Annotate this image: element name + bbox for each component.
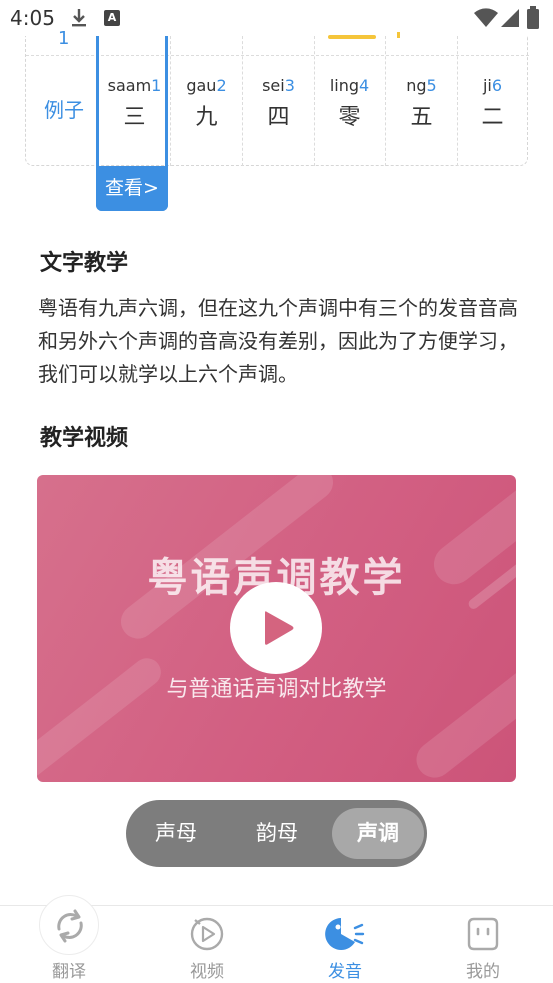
category-switcher: 声母 韵母 声调: [126, 800, 427, 867]
example-character: 二: [481, 105, 504, 130]
segment-finals[interactable]: 韵母: [231, 808, 323, 859]
sync-icon: [57, 909, 83, 943]
nav-item-profile[interactable]: 我的: [414, 906, 552, 983]
nav-label: 我的: [466, 962, 500, 982]
translate-fab[interactable]: [39, 895, 99, 955]
section-title-text-teaching: 文字教学: [40, 251, 129, 276]
status-bar: 4:05 A: [0, 0, 553, 36]
romanization: ling4: [329, 76, 370, 95]
example-character: 九: [195, 105, 218, 130]
tone-cell[interactable]: gau2 九: [171, 76, 242, 131]
example-character: 零: [338, 105, 361, 130]
tone-contour-mark-small: [397, 32, 400, 38]
profile-icon: [465, 916, 501, 956]
section-title-video-teaching: 教学视频: [40, 426, 129, 451]
view-button[interactable]: 查看>: [96, 166, 168, 211]
app-notification-icon: A: [104, 10, 120, 26]
play-button[interactable]: [230, 582, 322, 674]
romanization: ji6: [482, 76, 503, 95]
video-player[interactable]: 粤语声调教学 与普通话声调对比教学: [37, 475, 516, 782]
tone-cell[interactable]: sei3 四: [243, 76, 314, 131]
row-label-examples: 例子: [44, 98, 84, 122]
romanization: ng5: [406, 76, 437, 95]
example-character: 五: [410, 105, 433, 130]
nav-item-pronunciation[interactable]: 发音: [276, 906, 414, 983]
signal-icon: [500, 8, 520, 32]
video-thumbnail-subtitle: 与普通话声调对比教学: [166, 677, 387, 702]
wifi-icon: [474, 8, 498, 32]
tone-contour-mark: [328, 35, 376, 39]
text-teaching-paragraph: 粤语有九声六调，但在这九个声调中有三个的发音音高和另外六个声调的音高没有差别，因…: [38, 296, 518, 386]
nav-item-video[interactable]: 视频: [138, 906, 276, 983]
play-icon: [265, 611, 294, 645]
nav-label: 翻译: [52, 962, 86, 982]
battery-icon: [526, 6, 540, 34]
download-icon: [70, 8, 88, 32]
tone-cell[interactable]: ling4 零: [314, 76, 385, 131]
top-stub: 1: [58, 28, 70, 49]
example-character: 四: [267, 105, 290, 130]
segment-initials[interactable]: 声母: [130, 808, 222, 859]
segment-tones[interactable]: 声调: [332, 808, 424, 859]
status-time: 4:05: [10, 6, 55, 30]
play-circle-icon: [189, 916, 225, 956]
tone-cell[interactable]: ji6 二: [457, 76, 528, 131]
tone-cell[interactable]: ng5 五: [386, 76, 457, 131]
romanization: sei3: [262, 76, 295, 95]
nav-label: 发音: [328, 962, 362, 982]
romanization: gau2: [186, 76, 227, 95]
nav-label: 视频: [190, 962, 224, 982]
pronunciation-icon: [325, 916, 365, 956]
